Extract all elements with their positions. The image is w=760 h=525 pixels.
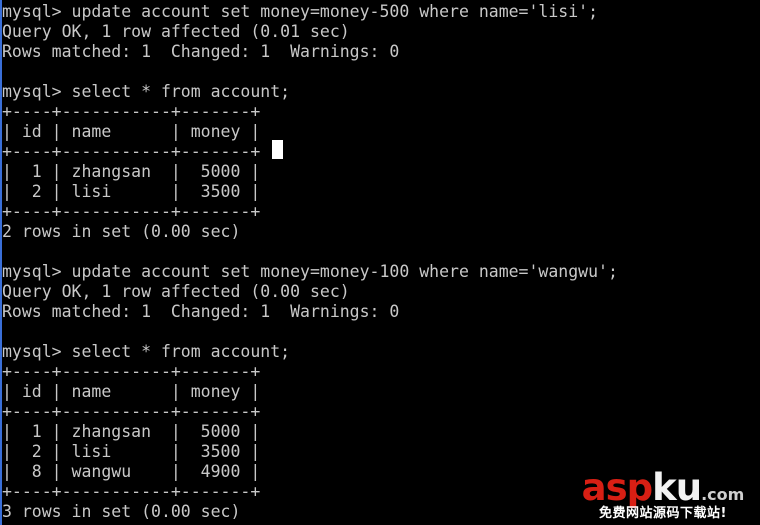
table-header-row: | id | name | money | <box>2 122 261 141</box>
terminal-line: Rows matched: 1 Changed: 1 Warnings: 0 <box>2 42 400 61</box>
watermark-brand-ku: ku <box>652 466 702 509</box>
terminal-output-area[interactable]: mysql> update account set money=money-50… <box>2 2 758 523</box>
table-row: | 2 | lisi | 3500 | <box>2 182 261 201</box>
table-border-row: +----+-----------+-------+ <box>2 202 261 221</box>
terminal-line: mysql> select * from account; <box>2 82 291 101</box>
terminal-window: mysql> update account set money=money-50… <box>0 0 760 525</box>
table-border-row: +----+-----------+-------+ <box>2 402 261 421</box>
terminal-line: mysql> update account set money=money-10… <box>2 262 618 281</box>
table-border-row: +----+-----------+-------+ <box>2 142 261 161</box>
table-row: | 2 | lisi | 3500 | <box>2 442 261 461</box>
table-header-row: | id | name | money | <box>2 382 261 401</box>
table-row: | 1 | zhangsan | 5000 | <box>2 162 261 181</box>
terminal-line: mysql> select * from account; <box>2 342 291 361</box>
window-left-edge <box>0 0 2 525</box>
site-watermark: aspku.com 免费网站源码下载站! <box>570 467 756 523</box>
terminal-line: mysql> update account set money=money-50… <box>2 2 599 21</box>
terminal-line: Query OK, 1 row affected (0.00 sec) <box>2 282 350 301</box>
text-cursor <box>272 140 283 159</box>
table-border-row: +----+-----------+-------+ <box>2 102 261 121</box>
terminal-line: Rows matched: 1 Changed: 1 Warnings: 0 <box>2 302 400 321</box>
table-row: | 1 | zhangsan | 5000 | <box>2 422 261 441</box>
watermark-domain-suffix: .com <box>701 485 745 504</box>
terminal-line: Query OK, 1 row affected (0.01 sec) <box>2 22 350 41</box>
table-border-row: +----+-----------+-------+ <box>2 362 261 381</box>
result-summary: 2 rows in set (0.00 sec) <box>2 222 241 241</box>
watermark-brand: aspku.com <box>570 467 756 507</box>
watermark-brand-asp: asp <box>581 466 653 509</box>
